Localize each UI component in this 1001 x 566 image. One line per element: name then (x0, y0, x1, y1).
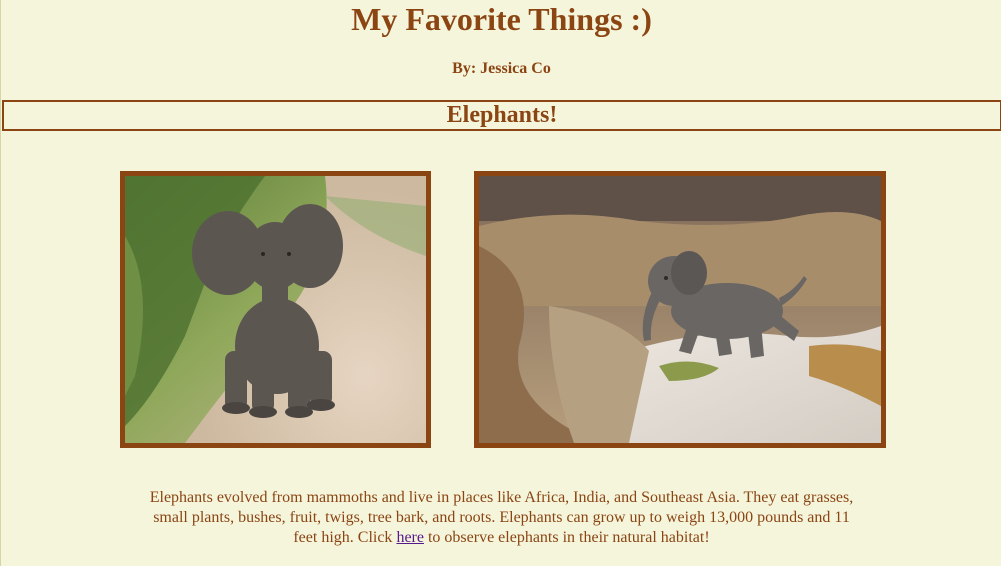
elephant-description: Elephants evolved from mammoths and live… (141, 488, 862, 548)
byline: By: Jessica Co (452, 60, 551, 77)
baby-elephant-standing-photo (120, 171, 431, 448)
habitat-link[interactable]: here (396, 529, 424, 546)
description-text-after-link: to observe elephants in their natural ha… (423, 529, 710, 546)
page-title: My Favorite Things :) (351, 1, 652, 37)
section-heading: Elephants! (446, 102, 558, 128)
section-header-box: Elephants! (2, 100, 1001, 131)
baby-elephant-standing-image (125, 176, 426, 443)
baby-elephant-running-image (479, 176, 881, 443)
baby-elephant-running-photo (474, 171, 886, 448)
